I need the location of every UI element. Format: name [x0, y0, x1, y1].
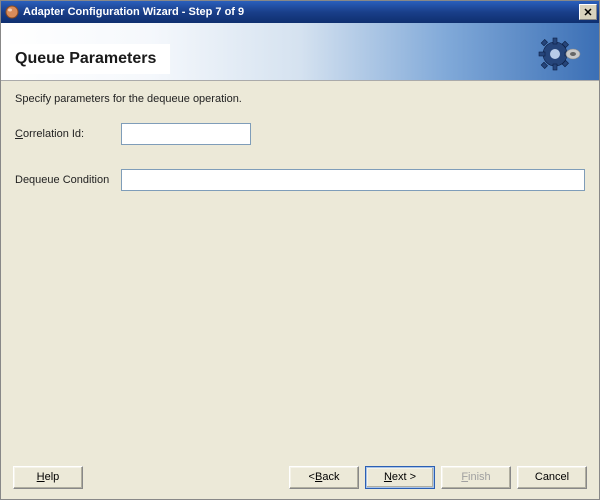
- correlation-label: Correlation Id:: [15, 128, 121, 140]
- wizard-banner: Queue Parameters: [1, 23, 599, 81]
- next-button[interactable]: Next >: [365, 466, 435, 489]
- instruction-text: Specify parameters for the dequeue opera…: [15, 93, 585, 105]
- dequeue-input[interactable]: [121, 169, 585, 191]
- finish-button: Finish: [441, 466, 511, 489]
- button-bar: Help < Back Next > Finish Cancel: [1, 455, 599, 499]
- close-button[interactable]: ✕: [579, 4, 597, 20]
- close-icon: ✕: [583, 6, 592, 19]
- cancel-button[interactable]: Cancel: [517, 466, 587, 489]
- titlebar: Adapter Configuration Wizard - Step 7 of…: [1, 1, 599, 23]
- content-area: Specify parameters for the dequeue opera…: [1, 81, 599, 455]
- dequeue-row: Dequeue Condition: [15, 169, 585, 191]
- wizard-window: Adapter Configuration Wizard - Step 7 of…: [0, 0, 600, 500]
- gear-icon: [537, 35, 581, 76]
- help-button[interactable]: Help: [13, 466, 83, 489]
- correlation-row: Correlation Id:: [15, 123, 585, 145]
- back-button[interactable]: < Back: [289, 466, 359, 489]
- app-icon: [5, 5, 19, 19]
- correlation-input[interactable]: [121, 123, 251, 145]
- window-title: Adapter Configuration Wizard - Step 7 of…: [23, 6, 579, 18]
- dequeue-label: Dequeue Condition: [15, 174, 121, 186]
- page-title: Queue Parameters: [15, 50, 156, 67]
- banner-title-box: Queue Parameters: [5, 44, 170, 74]
